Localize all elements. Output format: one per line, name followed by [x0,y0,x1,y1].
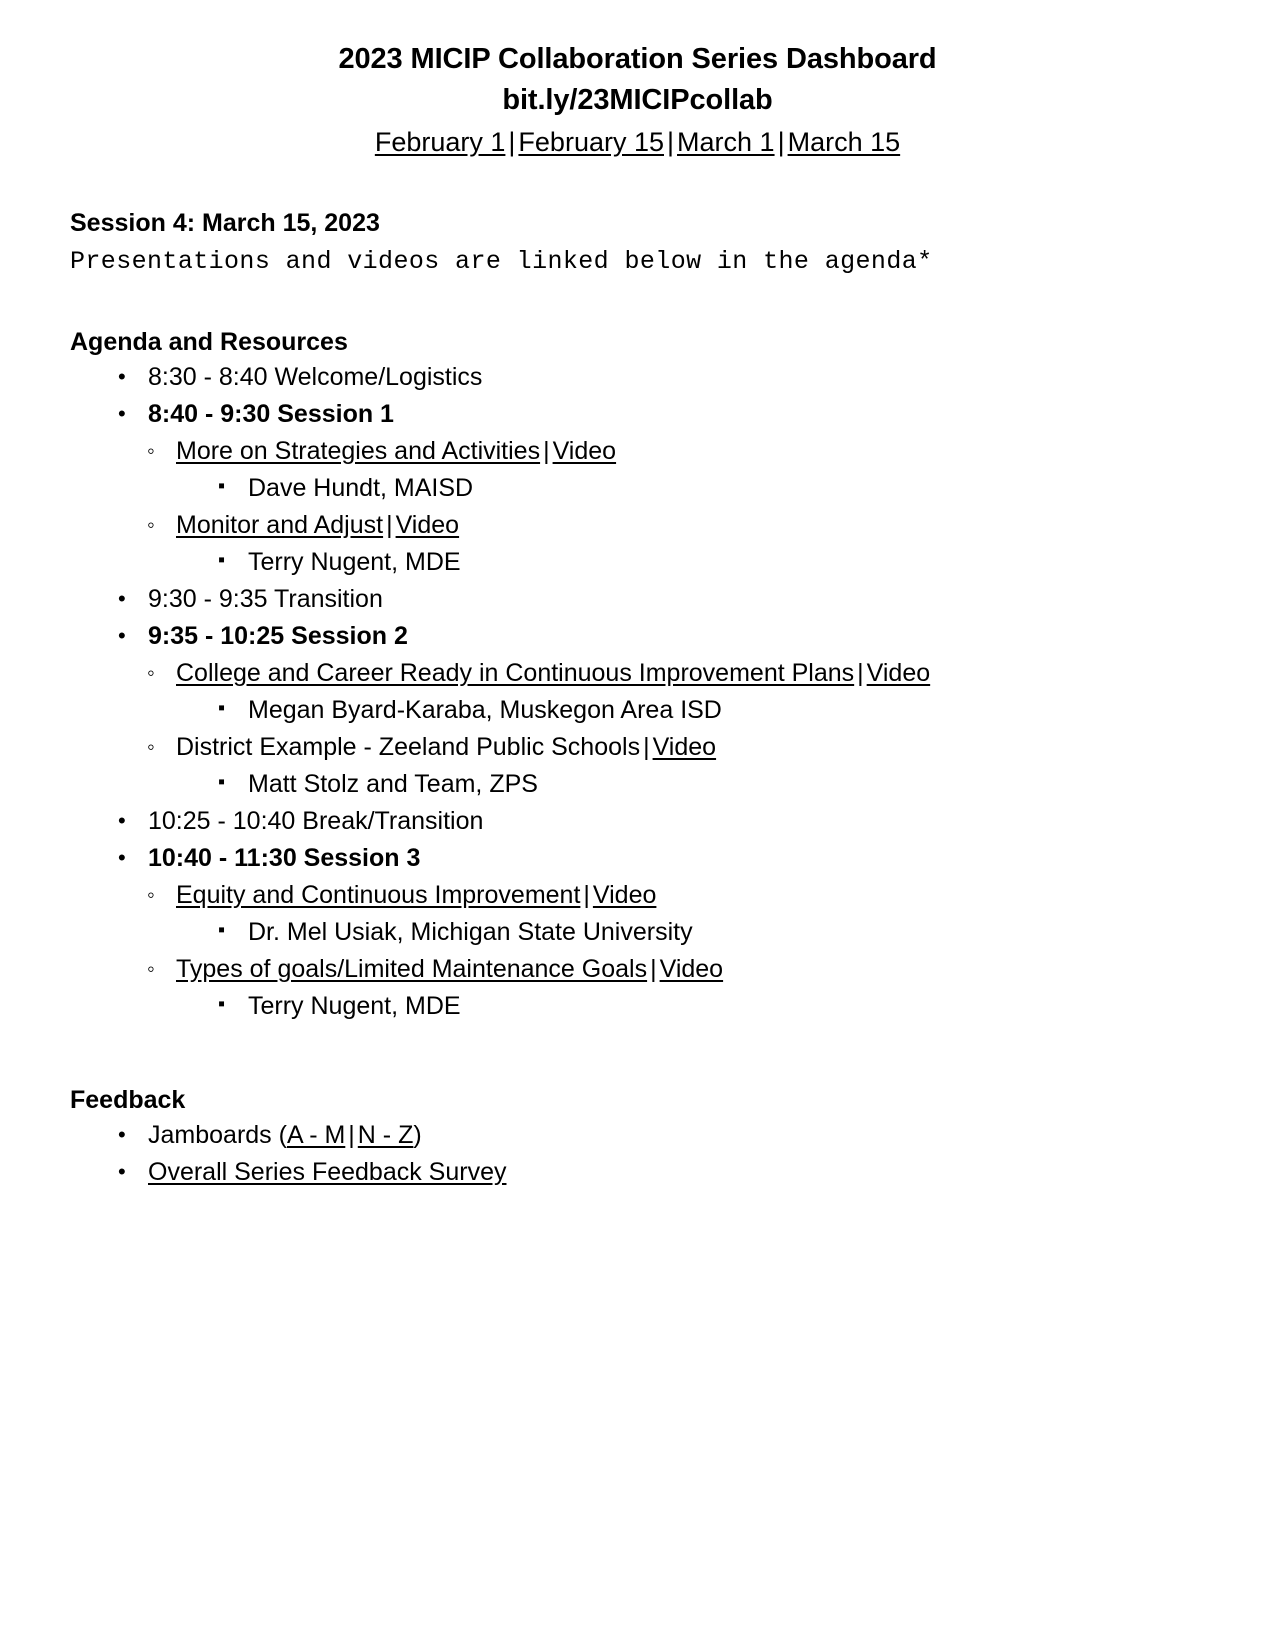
speaker-item: Megan Byard-Karaba, Muskegon Area ISD [212,690,1205,729]
video-link[interactable]: Video [553,437,617,465]
session-heading: Session 4: March 15, 2023 [70,209,380,237]
agenda-item-label: 10:25 - 10:40 Break/Transition [148,807,484,835]
feedback-list: Jamboards (A - M|N - Z) Overall Series Fe… [70,1116,1205,1191]
video-link[interactable]: Video [653,733,717,761]
date-link-4[interactable]: March 15 [788,127,901,157]
pipe-separator: | [650,955,657,983]
agenda-item-label: 9:30 - 9:35 Transition [148,585,383,613]
pipe-separator: | [857,659,864,687]
pipe-separator: | [643,733,650,761]
video-link[interactable]: Video [660,955,724,983]
agenda-subitem: College and Career Ready in Continuous I… [140,654,1205,692]
agenda-list: 8:30 - 8:40 Welcome/Logistics 8:40 - 9:30… [70,358,1205,1025]
pipe-separator: | [543,437,550,465]
speaker-item: Terry Nugent, MDE [212,542,1205,581]
document-header: 2023 MICIP Collaboration Series Dashboar… [70,38,1205,161]
speaker-list: Matt Stolz and Team, ZPS [212,764,1205,803]
agenda-item: 10:40 - 11:30 Session 3 [70,839,1205,877]
speaker-list: Terry Nugent, MDE [212,986,1205,1025]
agenda-subitem: Monitor and Adjust|Video [140,506,1205,544]
short-url: bit.ly/23MICIPcollab [502,84,773,116]
pipe-separator: | [777,127,785,157]
agenda-heading: Agenda and Resources [70,328,348,356]
speaker-item: Matt Stolz and Team, ZPS [212,764,1205,803]
agenda-sublist: College and Career Ready in Continuous I… [140,654,1205,803]
feedback-heading: Feedback [70,1086,186,1114]
resource-link[interactable]: Monitor and Adjust [176,511,383,539]
video-link[interactable]: Video [867,659,931,687]
agenda-item-label: 10:40 - 11:30 Session 3 [148,844,421,872]
video-link[interactable]: Video [396,511,460,539]
speaker-item: Terry Nugent, MDE [212,986,1205,1025]
date-link-3[interactable]: March 1 [677,127,775,157]
document-page: 2023 MICIP Collaboration Series Dashboar… [0,0,1275,1650]
jamboards-suffix: ) [413,1121,422,1149]
agenda-item: 9:30 - 9:35 Transition [70,580,1205,618]
pipe-separator: | [667,127,675,157]
speaker-list: Dr. Mel Usiak, Michigan State University [212,912,1205,951]
agenda-item: 9:35 - 10:25 Session 2 [70,617,1205,655]
agenda-item-label: 9:35 - 10:25 Session 2 [148,622,408,650]
date-nav: February 1 | February 15 | March 1 | March 15 [70,123,1205,161]
pipe-separator: | [583,881,590,909]
page-title: 2023 MICIP Collaboration Series Dashboar… [338,43,937,75]
speaker-item: Dave Hundt, MAISD [212,468,1205,507]
jamboard-link-n-z[interactable]: N - Z [358,1121,414,1149]
agenda-item-label: 8:30 - 8:40 Welcome/Logistics [148,363,483,391]
feedback-item-jamboards: Jamboards (A - M|N - Z) [70,1116,1205,1154]
session-note: Presentations and videos are linked belo… [70,247,933,276]
agenda-subitem: More on Strategies and Activities|Video [140,432,1205,470]
agenda-sublist: Equity and Continuous Improvement|VideoD… [140,876,1205,1025]
pipe-separator: | [386,511,393,539]
video-link[interactable]: Video [593,881,657,909]
date-link-2[interactable]: February 15 [518,127,664,157]
agenda-subitem: Types of goals/Limited Maintenance Goals… [140,950,1205,988]
agenda-item: 10:25 - 10:40 Break/Transition [70,802,1205,840]
resource-label: District Example - Zeeland Public School… [176,733,641,761]
resource-link[interactable]: Equity and Continuous Improvement [176,881,580,909]
agenda-item-label: 8:40 - 9:30 Session 1 [148,400,394,428]
speaker-item: Dr. Mel Usiak, Michigan State University [212,912,1205,951]
feedback-item-survey: Overall Series Feedback Survey [70,1153,1205,1191]
jamboards-label: Jamboards ( [148,1121,287,1149]
speaker-list: Dave Hundt, MAISD [212,468,1205,507]
speaker-list: Megan Byard-Karaba, Muskegon Area ISD [212,690,1205,729]
resource-link[interactable]: College and Career Ready in Continuous I… [176,659,854,687]
pipe-separator: | [348,1121,355,1149]
jamboard-link-a-m[interactable]: A - M [287,1121,345,1149]
survey-link[interactable]: Overall Series Feedback Survey [148,1158,506,1186]
resource-link[interactable]: Types of goals/Limited Maintenance Goals [176,955,647,983]
speaker-list: Terry Nugent, MDE [212,542,1205,581]
agenda-sublist: More on Strategies and Activities|VideoD… [140,432,1205,581]
agenda-item: 8:30 - 8:40 Welcome/Logistics [70,358,1205,396]
agenda-subitem: Equity and Continuous Improvement|Video [140,876,1205,914]
pipe-separator: | [508,127,516,157]
agenda-item: 8:40 - 9:30 Session 1 [70,395,1205,433]
agenda-subitem: District Example - Zeeland Public School… [140,728,1205,766]
resource-link[interactable]: More on Strategies and Activities [176,437,540,465]
date-link-1[interactable]: February 1 [375,127,506,157]
